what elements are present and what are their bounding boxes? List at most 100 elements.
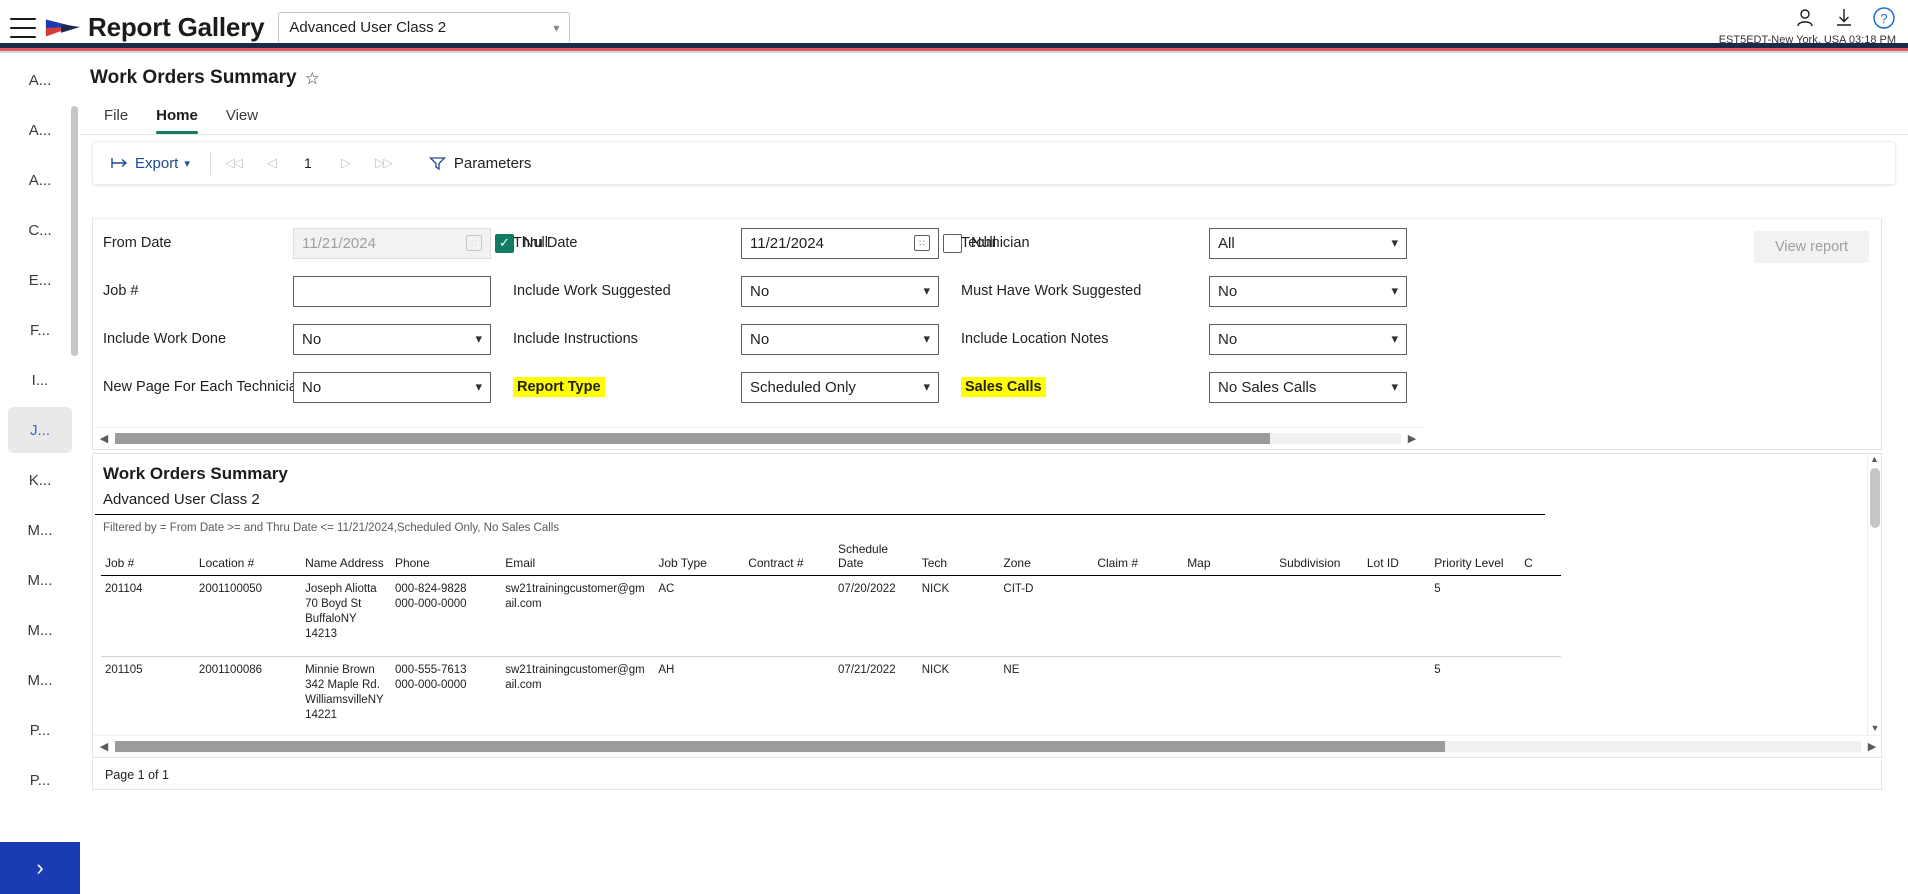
column-header-11: Map bbox=[1183, 540, 1276, 576]
rail-item-3[interactable]: C... bbox=[8, 207, 72, 253]
rail-scrollbar[interactable] bbox=[71, 106, 78, 356]
page-number-input[interactable]: 1 bbox=[301, 155, 315, 171]
report-vscrollbar[interactable]: ▲ ▼ bbox=[1867, 454, 1881, 737]
rail-item-label: J... bbox=[29, 421, 50, 439]
parameter-field-technician[interactable]: All ▾ bbox=[1209, 227, 1407, 259]
last-page-icon[interactable]: ▷▷ bbox=[375, 155, 393, 171]
parameter-field-include-work-done[interactable]: No ▾ bbox=[293, 323, 491, 355]
cell-phone: 000-824-9828 000-000-0000 bbox=[390, 575, 502, 657]
table-row[interactable]: 201105 2001100086 Minnie Brown 342 Maple Rd… bbox=[101, 656, 1561, 738]
column-header-9: Zone bbox=[999, 540, 1094, 576]
hscroll-thumb[interactable] bbox=[115, 433, 1270, 444]
export-button[interactable]: Export ▾ bbox=[105, 155, 196, 172]
parameter-field-report-type[interactable]: Scheduled Only ▾ bbox=[741, 371, 939, 403]
parameter-value-include-instructions: No bbox=[750, 330, 770, 348]
rail-expand-button[interactable]: › bbox=[0, 842, 80, 894]
star-outline-icon[interactable]: ☆ bbox=[305, 70, 320, 87]
parameter-label-text: Report Type bbox=[513, 377, 605, 397]
rail-item-11[interactable]: M... bbox=[8, 607, 72, 653]
first-page-icon[interactable]: ◁◁ bbox=[225, 155, 243, 171]
rail-item-label: M... bbox=[27, 671, 53, 689]
column-header-5: Job Type bbox=[654, 540, 745, 576]
prev-page-icon[interactable]: ◁ bbox=[267, 155, 277, 171]
cell-claim bbox=[1093, 656, 1184, 738]
rail-item-5[interactable]: F... bbox=[8, 307, 72, 353]
cell-lot_id bbox=[1362, 575, 1431, 657]
parameter-field-new-page-for-each-technician[interactable]: No ▾ bbox=[293, 371, 491, 403]
parameter-value-thru-date: 11/21/2024 bbox=[750, 234, 824, 252]
parameter-field-thru-date[interactable]: 11/21/2024 ∷ bbox=[741, 227, 939, 259]
checkmark-icon: ✓ bbox=[495, 233, 514, 253]
tab-home[interactable]: Home bbox=[144, 101, 210, 134]
parameter-field-from-date[interactable]: 11/21/2024 ∷ bbox=[293, 227, 491, 259]
parameter-value-sales-calls: No Sales Calls bbox=[1218, 378, 1317, 396]
parameter-field-sales-calls[interactable]: No Sales Calls ▾ bbox=[1209, 371, 1407, 403]
scroll-up-icon[interactable]: ▲ bbox=[1868, 454, 1881, 468]
parameters-button[interactable]: Parameters bbox=[428, 155, 531, 172]
cell-line: 342 Maple Rd. bbox=[305, 679, 380, 691]
cell-map bbox=[1183, 575, 1276, 657]
ribbon-tab-strip: File Home View bbox=[80, 101, 1908, 135]
rail-item-9[interactable]: M... bbox=[8, 507, 72, 553]
rail-item-4[interactable]: E... bbox=[8, 257, 72, 303]
rail-item-1[interactable]: A... bbox=[8, 107, 72, 153]
rail-item-8[interactable]: K... bbox=[8, 457, 72, 503]
report-viewer: Work Orders Summary Advanced User Class … bbox=[92, 453, 1882, 758]
report-header: Work Orders Summary ☆ bbox=[80, 53, 1908, 95]
parameter-label-technician: Technician bbox=[961, 235, 1030, 251]
download-icon[interactable] bbox=[1834, 7, 1854, 29]
user-class-selector[interactable]: Advanced User Class 2 ▾ bbox=[278, 11, 571, 44]
vscroll-track[interactable] bbox=[1868, 468, 1881, 723]
parameter-field-include-location-notes[interactable]: No ▾ bbox=[1209, 323, 1407, 355]
parameters-hscrollbar[interactable]: ◀ ▶ bbox=[93, 427, 1423, 449]
cell-map bbox=[1183, 656, 1276, 738]
export-icon bbox=[111, 158, 128, 168]
column-header-3: Phone bbox=[390, 540, 502, 576]
parameter-field-include-instructions[interactable]: No ▾ bbox=[741, 323, 939, 355]
parameter-row-2: Include Work Done No ▾ Include Instructions… bbox=[93, 315, 1423, 363]
report-hscroll-track[interactable] bbox=[115, 741, 1861, 752]
scroll-right-icon[interactable]: ▶ bbox=[1401, 432, 1423, 445]
parameter-value-technician: All bbox=[1218, 234, 1235, 252]
help-icon[interactable]: ? bbox=[1872, 6, 1896, 30]
person-icon[interactable] bbox=[1794, 7, 1816, 29]
parameter-field-include-work-suggested[interactable]: No ▾ bbox=[741, 275, 939, 307]
column-header-6: Contract # bbox=[744, 540, 835, 576]
rail-item-13[interactable]: P... bbox=[8, 707, 72, 753]
hscroll-track[interactable] bbox=[115, 433, 1401, 444]
tab-file[interactable]: File bbox=[92, 101, 140, 134]
rail-item-10[interactable]: M... bbox=[8, 557, 72, 603]
rail-item-0[interactable]: A... bbox=[8, 57, 72, 103]
vscroll-thumb[interactable] bbox=[1870, 468, 1880, 528]
calendar-icon[interactable]: ∷ bbox=[466, 235, 482, 251]
left-rail: A... A... A... C... E... F... I... J... K... M...… bbox=[0, 53, 80, 894]
view-report-button[interactable]: View report bbox=[1754, 231, 1869, 263]
calendar-icon[interactable]: ∷ bbox=[914, 235, 930, 251]
scroll-right-icon[interactable]: ▶ bbox=[1861, 740, 1881, 753]
report-hscroll-thumb[interactable] bbox=[115, 741, 1445, 752]
cell-email: sw21trainingcustomer@gmail.com bbox=[501, 656, 655, 738]
rail-item-12[interactable]: M... bbox=[8, 657, 72, 703]
rail-item-6[interactable]: I... bbox=[8, 357, 72, 403]
rail-item-label: P... bbox=[29, 721, 51, 739]
report-filter-summary: Filtered by = From Date >= and Thru Date… bbox=[103, 522, 560, 534]
table-row[interactable]: 201104 2001100050 Joseph Aliotta 70 Boyd St… bbox=[101, 575, 1561, 657]
table-header-row: Job # Location # Name Address Phone Email Job… bbox=[101, 540, 1561, 576]
scroll-left-icon[interactable]: ◀ bbox=[93, 740, 115, 753]
parameter-field-must-have-work-suggested[interactable]: No ▾ bbox=[1209, 275, 1407, 307]
rail-item-label: F... bbox=[29, 321, 50, 339]
cell-location: 2001100050 bbox=[194, 575, 302, 657]
parameter-label-new-page-for-each-technician: New Page For Each Technician bbox=[103, 379, 306, 395]
next-page-icon[interactable]: ▷ bbox=[341, 155, 351, 171]
rail-item-label: K... bbox=[28, 471, 52, 489]
scroll-left-icon[interactable]: ◀ bbox=[93, 432, 115, 445]
hamburger-icon[interactable] bbox=[10, 17, 36, 38]
rail-item-7[interactable]: J... bbox=[8, 407, 72, 453]
rail-item-14[interactable]: P... bbox=[8, 757, 72, 803]
parameter-value-report-type: Scheduled Only bbox=[750, 378, 856, 396]
parameter-field-job[interactable] bbox=[293, 275, 491, 307]
report-hscrollbar[interactable]: ◀ ▶ bbox=[93, 735, 1881, 757]
tab-view[interactable]: View bbox=[214, 101, 270, 134]
rail-item-2[interactable]: A... bbox=[8, 157, 72, 203]
cell-tech: NICK bbox=[917, 656, 1000, 738]
